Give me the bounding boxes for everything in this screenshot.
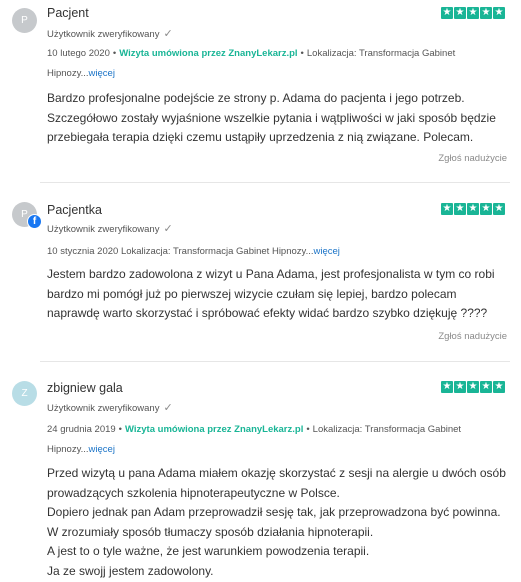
review-text-line: Jestem bardzo zadowolona z wizyt u Pana …: [47, 267, 495, 281]
star-icon: ★: [467, 203, 479, 215]
star-icon: ★: [493, 381, 505, 393]
review-date: 10 lutego 2020: [47, 48, 110, 59]
star-icon: ★: [454, 7, 466, 19]
star-rating: ★ ★ ★ ★ ★: [441, 381, 505, 393]
check-icon: ✓: [163, 28, 173, 40]
review-date: 24 grudnia 2019: [47, 424, 116, 435]
divider: [40, 182, 510, 183]
review-text: Bardzo profesjonalne podejście ze strony…: [47, 89, 512, 148]
review-text: Przed wizytą u pana Adama miałem okazję …: [47, 464, 512, 581]
star-icon: ★: [454, 203, 466, 215]
star-icon: ★: [467, 381, 479, 393]
verified-label: Użytkownik zweryfikowany ✓: [47, 27, 173, 40]
report-abuse-link[interactable]: Zgłoś nadużycie: [438, 331, 507, 342]
separator: •: [306, 424, 310, 435]
review-text-line: Bardzo profesjonalne podejście ze strony…: [47, 91, 465, 105]
star-icon: ★: [441, 381, 453, 393]
verified-label: Użytkownik zweryfikowany ✓: [47, 401, 173, 414]
review-text: Jestem bardzo zadowolona z wizyt u Pana …: [47, 265, 512, 324]
reviewer-name: Pacjentka: [47, 203, 102, 217]
review-text-line: przebiegała terapia dzięki czemu ustąpił…: [47, 130, 474, 144]
more-link[interactable]: więcej: [89, 444, 115, 455]
visit-booked-link[interactable]: Wizyta umówiona przez ZnanyLekarz.pl: [125, 424, 303, 435]
verified-text: Użytkownik zweryfikowany: [47, 224, 160, 235]
separator: •: [300, 48, 304, 59]
star-icon: ★: [480, 381, 492, 393]
star-rating: ★ ★ ★ ★ ★: [441, 203, 505, 215]
separator: •: [112, 48, 117, 59]
star-icon: ★: [454, 381, 466, 393]
star-icon: ★: [441, 7, 453, 19]
star-icon: ★: [493, 7, 505, 19]
visit-booked-link[interactable]: Wizyta umówiona przez ZnanyLekarz.pl: [119, 48, 297, 59]
check-icon: ✓: [163, 223, 173, 235]
star-icon: ★: [441, 203, 453, 215]
star-icon: ★: [493, 203, 505, 215]
review-text-line: Dopiero jednak pan Adam przeprowadził se…: [47, 505, 501, 519]
divider: [40, 361, 510, 362]
review-text-line: A jest to o tyle ważne, że jest warunkie…: [47, 544, 370, 558]
reviewer-name: Pacjent: [47, 6, 89, 20]
review-text-line: W zrozumiały sposób tłumaczy sposób dzia…: [47, 524, 374, 539]
report-abuse-link[interactable]: Zgłoś nadużycie: [438, 153, 507, 164]
review-text-line: bardzo mi pomógł już po pierwszej wizyci…: [47, 286, 457, 301]
separator: •: [118, 424, 122, 435]
avatar: Z: [12, 381, 37, 406]
review-text-line: naprawdę warto skorzystać i spróbować ef…: [47, 306, 488, 320]
star-icon: ★: [480, 7, 492, 19]
review-text-line: Szczegółowo zostały wyjaśnione wszelkie …: [47, 110, 496, 125]
more-link[interactable]: więcej: [89, 68, 115, 79]
more-link[interactable]: więcej: [314, 246, 340, 257]
reviewer-name: zbigniew gala: [47, 381, 123, 395]
review-meta: 10 stycznia 2020 Lokalizacja: Transforma…: [47, 242, 512, 262]
avatar: P: [12, 8, 37, 33]
location-text: Lokalizacja: Transformacja Gabinet Hipno…: [120, 246, 314, 257]
star-rating: ★ ★ ★ ★ ★: [441, 7, 505, 19]
verified-label: Użytkownik zweryfikowany ✓: [47, 222, 173, 235]
review-text-line: Ja ze swojj jestem zadowolony.: [47, 563, 214, 578]
star-icon: ★: [480, 203, 492, 215]
review-date: 10 stycznia 2020: [47, 246, 119, 257]
review-text-line: Przed wizytą u pana Adama miałem okazję …: [47, 466, 506, 480]
check-icon: ✓: [163, 402, 173, 414]
star-icon: ★: [467, 7, 479, 19]
verified-text: Użytkownik zweryfikowany: [47, 403, 160, 414]
review-meta: 24 grudnia 2019 • Wizyta umówiona przez Zn…: [47, 420, 512, 460]
review-text-line: prowadzących szkolenia hipnoterapeutyczn…: [47, 485, 340, 500]
verified-text: Użytkownik zweryfikowany: [47, 29, 160, 40]
facebook-icon: f: [27, 214, 42, 229]
review-meta: 10 lutego 2020 • Wizyta umówiona przez Zna…: [47, 44, 512, 84]
